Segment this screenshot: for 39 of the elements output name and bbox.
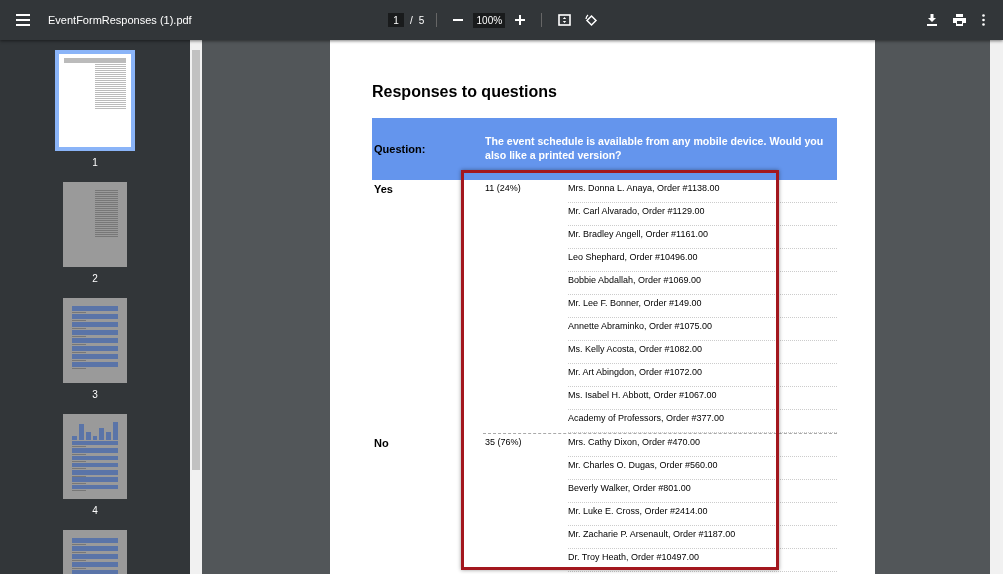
answer-label: No bbox=[373, 436, 390, 451]
respondent-name: Annette Abraminko, Order #1075.00 bbox=[568, 321, 713, 331]
page-number-label: 4 bbox=[92, 505, 98, 516]
zoom-field[interactable]: 100% bbox=[473, 12, 506, 28]
scrollbar[interactable] bbox=[990, 40, 1003, 574]
page-thumbnail[interactable] bbox=[63, 182, 127, 267]
question-text: The event schedule is available from any mobile device. Would you also like a printed version? bbox=[485, 135, 825, 163]
file-name: EventFormResponses (1).pdf bbox=[48, 14, 193, 26]
respondent-name: Mr. Luke E. Cross, Order #2414.00 bbox=[568, 506, 708, 516]
respondent-name: Leo Shephard, Order #10496.00 bbox=[568, 252, 698, 262]
respondent-name: Mr. Zacharie P. Arsenault, Order #1187.00 bbox=[568, 529, 736, 539]
document-title: Responses to questions bbox=[372, 83, 558, 101]
answer-count: 11 (24%) bbox=[485, 182, 522, 195]
respondent-name: Beverly Walker, Order #801.00 bbox=[568, 483, 691, 493]
page-total: 5 bbox=[418, 14, 425, 26]
respondent-name: Mr. Bradley Angell, Order #1161.00 bbox=[568, 229, 708, 239]
page-thumbnail[interactable] bbox=[55, 50, 135, 151]
respondent-name: Dr. Troy Heath, Order #10497.00 bbox=[568, 552, 700, 562]
respondent-name: Ms. Kelly Acosta, Order #1082.00 bbox=[568, 344, 703, 354]
answer-label: Yes bbox=[373, 182, 394, 197]
respondent-name: Mr. Charles O. Dugas, Order #560.00 bbox=[568, 460, 718, 470]
respondent-name: Mr. Lee F. Bonner, Order #149.00 bbox=[568, 298, 702, 308]
respondent-name: Academy of Professors, Order #377.00 bbox=[568, 413, 725, 423]
respondent-name: Ms. Isabel H. Abbott, Order #1067.00 bbox=[568, 390, 717, 400]
respondent-name: Mr. Art Abingdon, Order #1072.00 bbox=[568, 367, 703, 377]
page-separator: / bbox=[410, 14, 413, 26]
respondent-name: Mr. Carl Alvarado, Order #1129.00 bbox=[568, 206, 705, 216]
question-label: Question: bbox=[373, 143, 427, 155]
page-number-label: 2 bbox=[92, 273, 98, 284]
page-thumbnail[interactable] bbox=[63, 298, 127, 383]
respondent-name: Mrs. Cathy Dixon, Order #470.00 bbox=[568, 437, 701, 447]
answer-count: 35 (76%) bbox=[485, 436, 523, 449]
page-thumbnail[interactable] bbox=[63, 414, 127, 499]
scrollbar[interactable] bbox=[190, 40, 202, 574]
respondent-name: Mrs. Donna L. Anaya, Order #1138.00 bbox=[568, 183, 720, 193]
respondent-name: Bobbie Abdallah, Order #1069.00 bbox=[568, 275, 702, 285]
page-number-label: 1 bbox=[92, 157, 98, 168]
page-number-field[interactable]: 1 bbox=[388, 13, 404, 27]
page-number-label: 3 bbox=[92, 389, 98, 400]
